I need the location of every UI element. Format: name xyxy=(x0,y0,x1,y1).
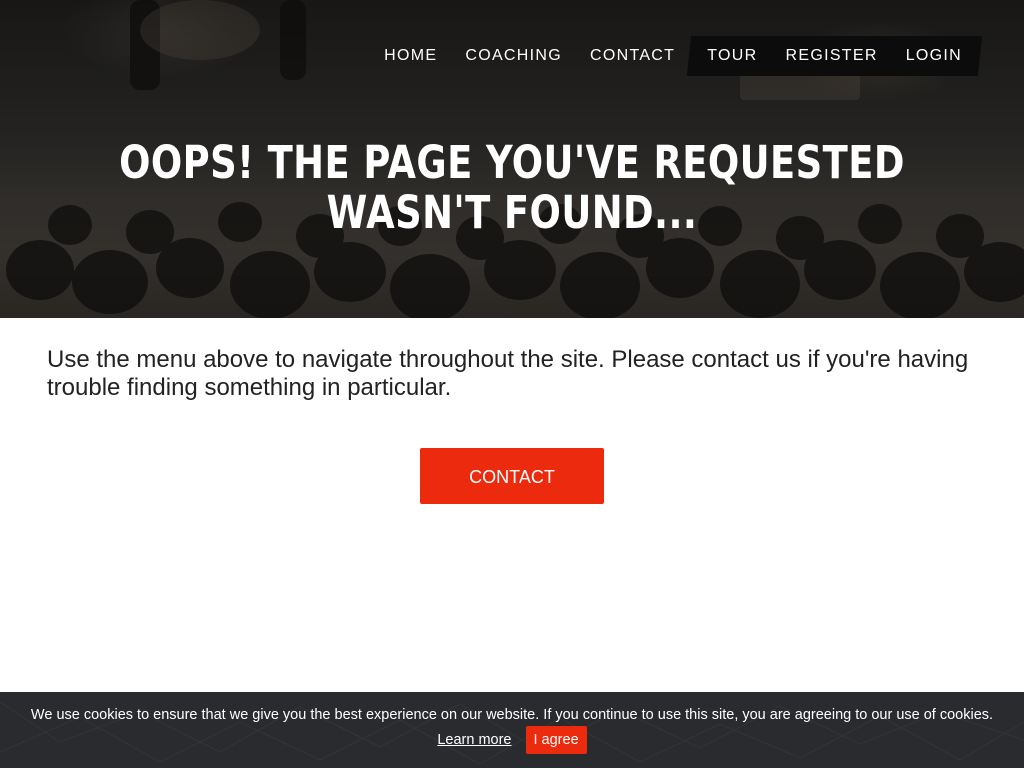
not-found-message: Use the menu above to navigate throughou… xyxy=(47,346,969,401)
nav-item-register[interactable]: REGISTER xyxy=(772,36,892,76)
nav-item-tour[interactable]: TOUR xyxy=(693,36,771,76)
agree-button[interactable]: I agree xyxy=(525,726,587,754)
nav-highlight-group: TOUR REGISTER LOGIN xyxy=(689,36,980,76)
hero-banner: HOME COACHING CONTACT TOUR REGISTER LOGI… xyxy=(0,0,1024,318)
nav-item-login[interactable]: LOGIN xyxy=(892,36,976,76)
learn-more-link[interactable]: Learn more xyxy=(437,732,511,748)
nav-item-home[interactable]: HOME xyxy=(370,36,451,76)
nav-item-contact[interactable]: CONTACT xyxy=(576,36,689,76)
contact-button[interactable]: CONTACT xyxy=(420,448,604,504)
cookie-actions: Learn more I agree xyxy=(0,726,1024,754)
nav-item-coaching[interactable]: COACHING xyxy=(451,36,576,76)
page-title: OOPS! THE PAGE YOU'VE REQUESTED WASN'T F… xyxy=(119,136,905,239)
cookie-banner: We use cookies to ensure that we give yo… xyxy=(0,692,1024,768)
main-navigation: HOME COACHING CONTACT TOUR REGISTER LOGI… xyxy=(370,36,980,76)
cookie-message: We use cookies to ensure that we give yo… xyxy=(30,707,994,723)
